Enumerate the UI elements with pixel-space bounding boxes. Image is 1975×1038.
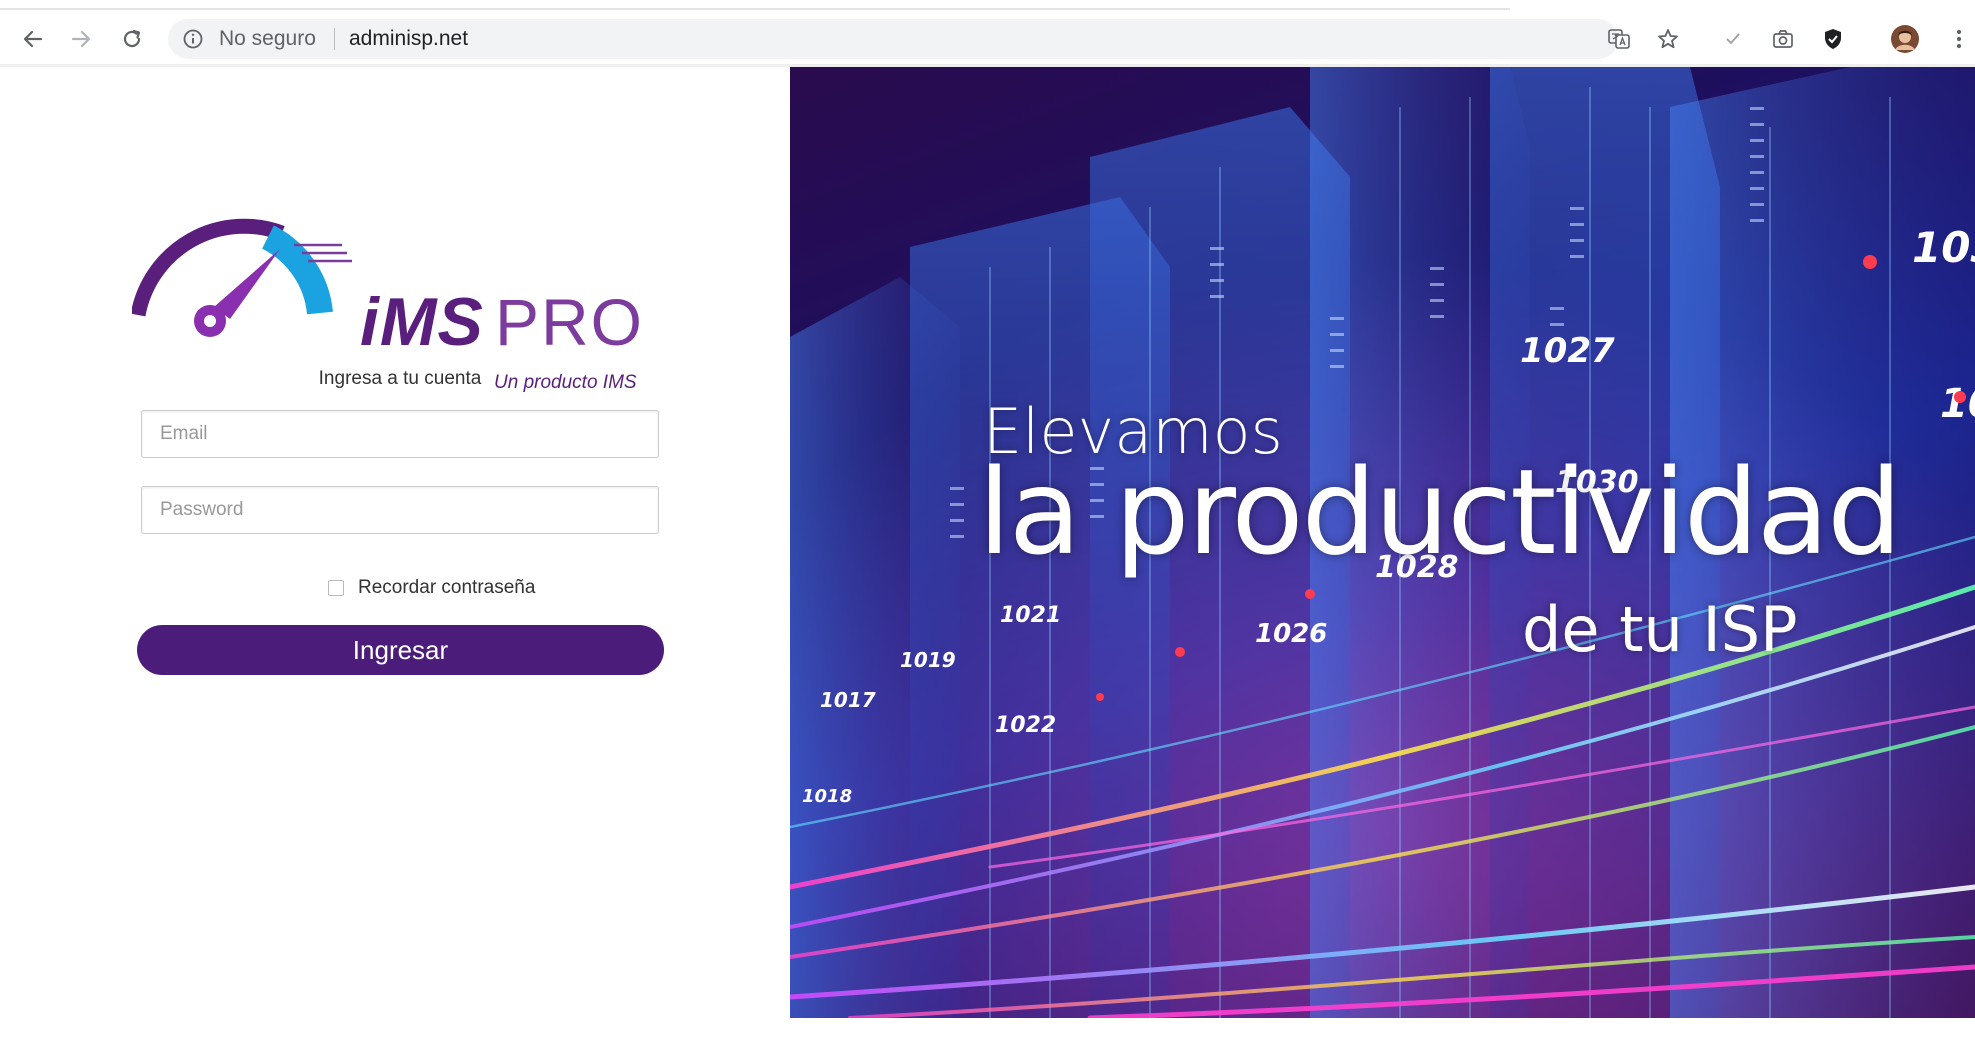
hero-number-103: 103	[1912, 223, 1975, 272]
reload-button[interactable]	[117, 24, 147, 54]
checkmark-icon	[1726, 33, 1740, 45]
security-status[interactable]: No seguro	[219, 27, 316, 51]
screenshot-extension-button[interactable]	[1768, 24, 1798, 54]
star-icon	[1658, 29, 1678, 49]
extension-check-button[interactable]	[1718, 24, 1748, 54]
arrow-left-icon	[23, 30, 43, 48]
tab-strip-divider	[0, 8, 1510, 10]
browser-menu-button[interactable]	[1944, 24, 1974, 54]
login-button[interactable]: Ingresar	[137, 625, 664, 675]
camera-icon	[1773, 30, 1793, 48]
login-heading: Ingresa a tu cuenta	[318, 368, 482, 389]
shield-extension-button[interactable]	[1818, 24, 1848, 54]
hero-headline-line2: la productividad	[978, 443, 1902, 581]
info-icon[interactable]	[182, 28, 204, 50]
remember-checkbox[interactable]	[328, 580, 344, 596]
remember-row: Recordar contraseña	[328, 576, 535, 600]
arrow-right-icon	[71, 30, 91, 48]
bookmark-button[interactable]	[1653, 24, 1683, 54]
hero-headline-line3: de tu ISP	[1522, 593, 1798, 666]
login-panel: iMS PRO Un producto IMS Ingresa a tu cue…	[0, 67, 790, 1038]
email-field[interactable]	[141, 410, 659, 458]
url-text[interactable]: adminisp.net	[349, 27, 468, 51]
hero-number-1027: 1027	[1520, 331, 1615, 371]
hero-number-10: 10	[1940, 381, 1975, 427]
logo-pro-text: PRO	[495, 285, 645, 359]
hero-number-1018: 1018	[802, 786, 852, 807]
hero-number-1017: 1017	[820, 688, 876, 712]
hero-number-1022: 1022	[995, 713, 1056, 738]
translate-button[interactable]	[1604, 24, 1634, 54]
forward-button[interactable]	[66, 24, 96, 54]
logo-ims-text: iMS	[360, 284, 484, 360]
hero-number-1021: 1021	[1000, 603, 1061, 628]
speedometer-icon	[132, 218, 352, 337]
remember-label[interactable]: Recordar contraseña	[358, 577, 535, 599]
hero-number-1019: 1019	[900, 648, 956, 672]
reload-icon	[123, 29, 141, 48]
hero-banner: 1017 1019 1021 1022 1026 1028 1027 1018 …	[790, 67, 1975, 1018]
profile-button[interactable]	[1890, 24, 1920, 54]
hero-number-1026: 1026	[1255, 619, 1327, 649]
avatar	[1891, 25, 1919, 53]
browser-toolbar: No seguro adminisp.net	[0, 0, 1975, 67]
password-field[interactable]	[141, 486, 659, 534]
shield-icon	[1825, 29, 1841, 49]
back-button[interactable]	[18, 24, 48, 54]
translate-icon	[1608, 29, 1630, 49]
url-divider	[334, 28, 335, 50]
more-vertical-icon	[1956, 29, 1962, 49]
